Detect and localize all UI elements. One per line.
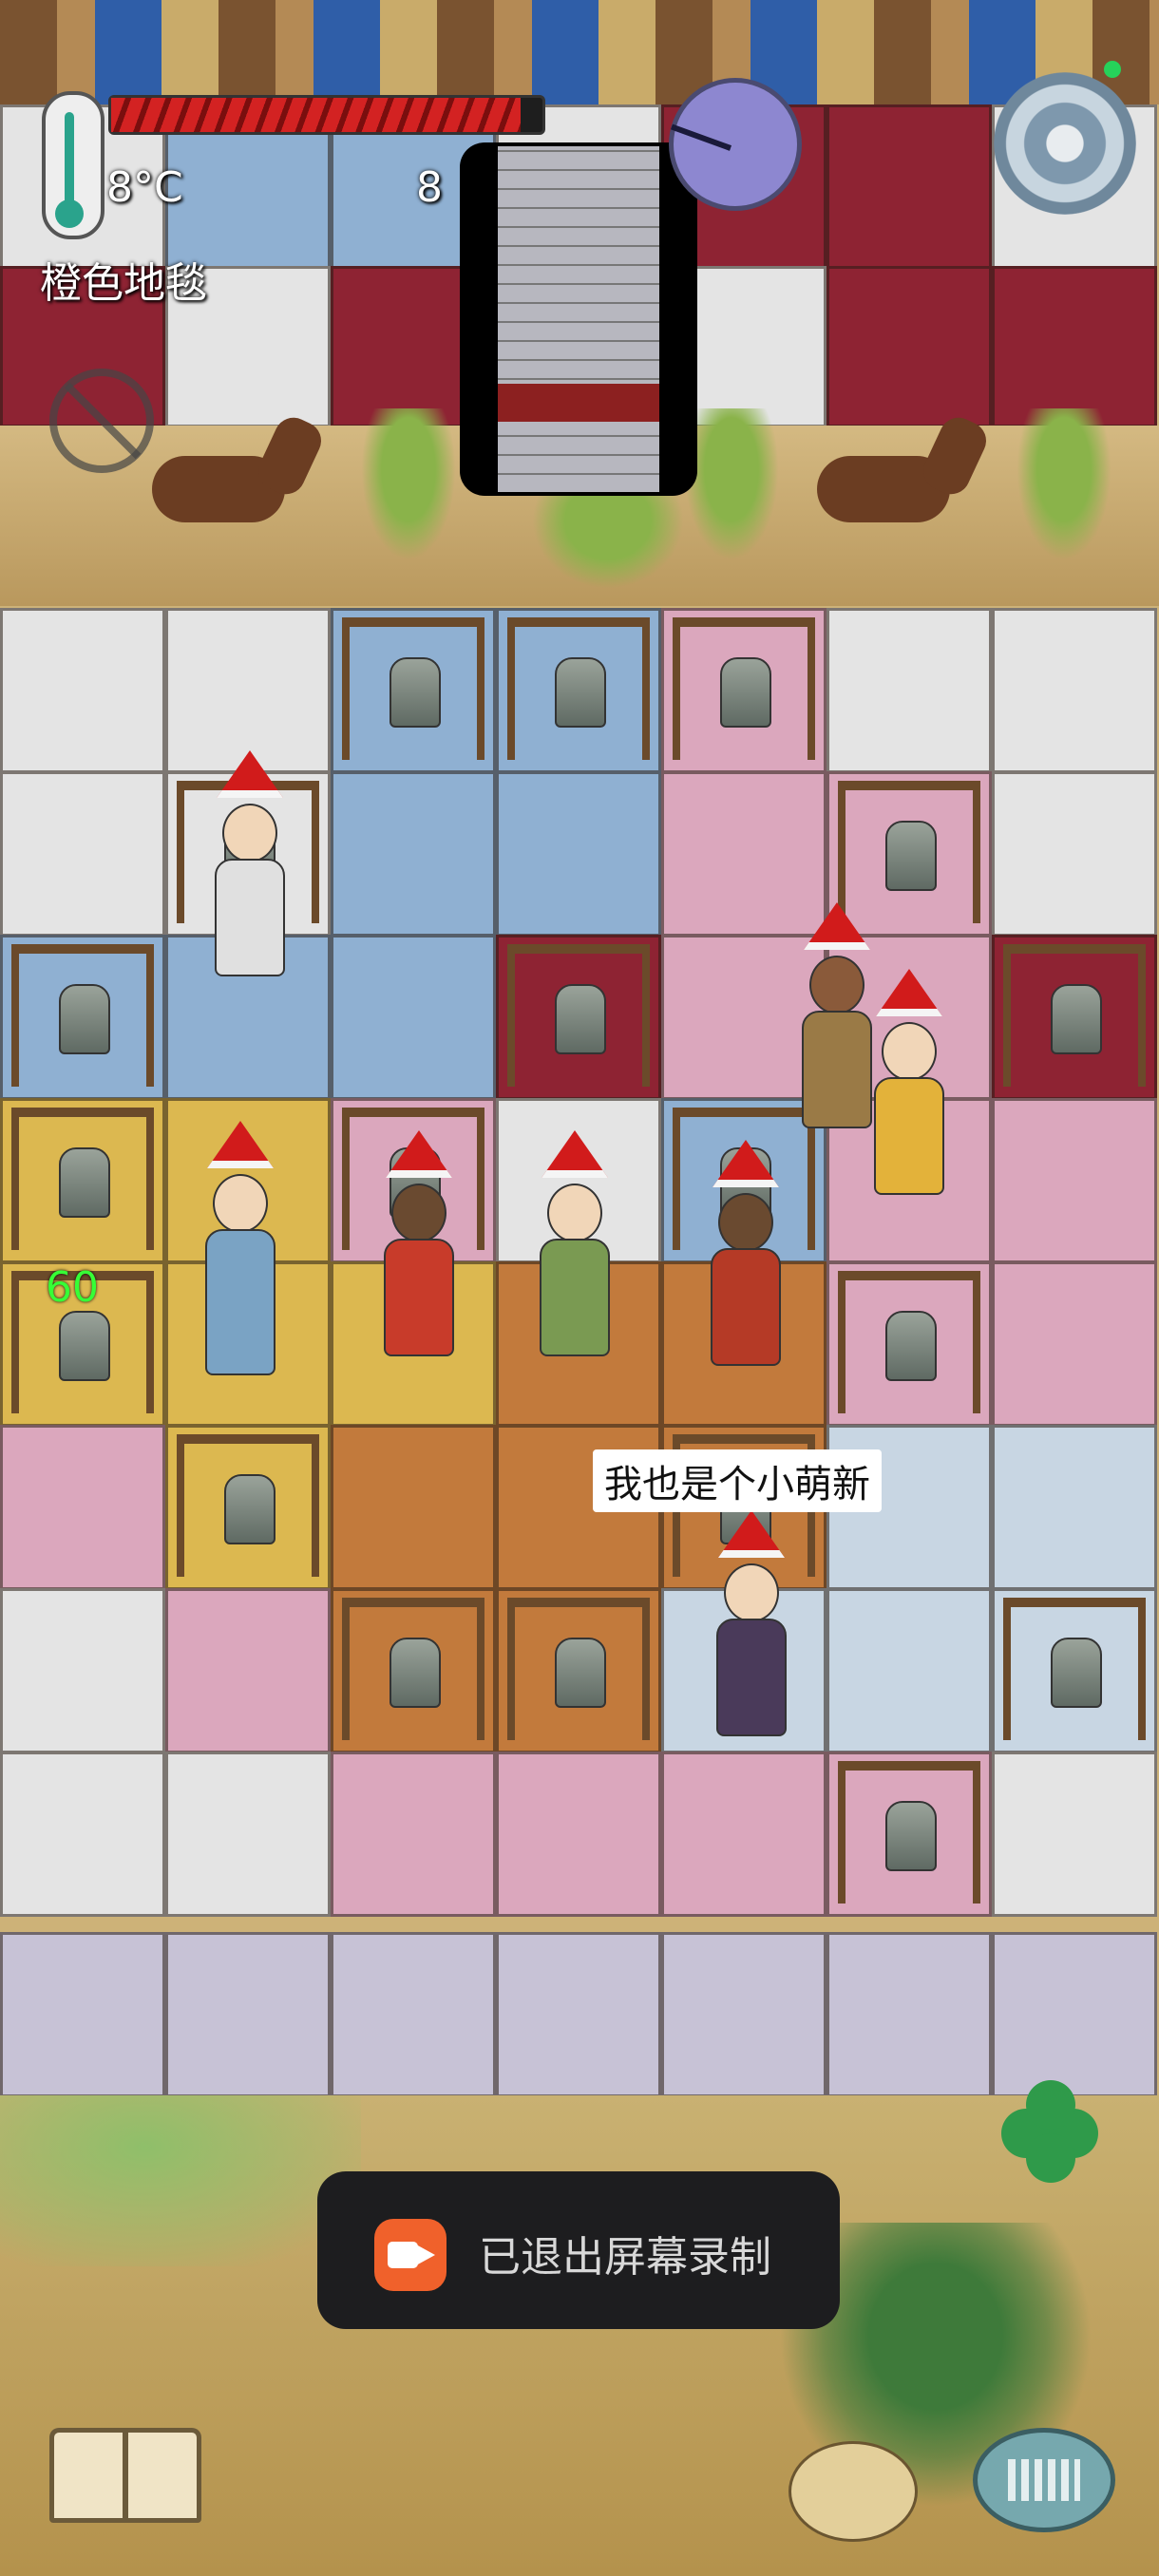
carpet-tile[interactable]: [992, 1752, 1157, 1917]
bell-icon: [555, 1638, 606, 1708]
bell-frame[interactable]: [496, 1588, 661, 1753]
carpet-tile[interactable]: [496, 1932, 661, 2097]
bell-frame[interactable]: [661, 608, 826, 773]
carpet-tile[interactable]: [496, 1752, 661, 1917]
bell-icon: [224, 1474, 276, 1544]
horse-left[interactable]: [133, 411, 332, 560]
carpet-tile[interactable]: [826, 608, 992, 773]
carpet-tile[interactable]: [331, 935, 496, 1100]
npc-speech-bubble: 我也是个小萌新: [593, 1449, 882, 1512]
bell-icon: [390, 657, 441, 728]
plant[interactable]: [684, 408, 779, 560]
grass-patch: [0, 2095, 361, 2266]
plant[interactable]: [1016, 408, 1112, 560]
carpet-tile[interactable]: [0, 771, 165, 937]
carpet-tile[interactable]: [661, 1932, 826, 2097]
carpet-tile[interactable]: [0, 608, 165, 773]
screen-record-toast: 已退出屏幕录制: [317, 2171, 840, 2329]
npc-character[interactable]: [376, 1130, 462, 1356]
keyboard-icon[interactable]: [973, 2428, 1115, 2532]
bell-frame[interactable]: [0, 935, 165, 1100]
carpet-tile[interactable]: [165, 1932, 331, 2097]
carpet-tile[interactable]: [992, 771, 1157, 937]
bell-icon: [59, 1311, 110, 1381]
bell-frame[interactable]: [992, 1588, 1157, 1753]
carpet-tile[interactable]: [496, 771, 661, 937]
carpet-tile[interactable]: [165, 1752, 331, 1917]
location-label: 橙色地毯: [40, 259, 207, 308]
npc-character[interactable]: [198, 1121, 283, 1375]
carpet-tile[interactable]: [992, 266, 1157, 427]
bell-frame[interactable]: [496, 608, 661, 773]
bell-frame[interactable]: [331, 1588, 496, 1753]
screen-record-icon: [374, 2219, 446, 2291]
bell-icon: [885, 821, 937, 891]
npc-character[interactable]: [866, 969, 952, 1195]
bell-icon: [59, 1147, 110, 1218]
bell-icon: [885, 1801, 937, 1871]
clover-icon[interactable]: [998, 2080, 1102, 2185]
carpet-tile[interactable]: [331, 771, 496, 937]
npc-character[interactable]: [207, 750, 293, 976]
health-bar: [108, 95, 545, 135]
bell-frame[interactable]: [826, 1261, 992, 1427]
carpet-tile[interactable]: [331, 1752, 496, 1917]
top-wall: [0, 0, 1159, 104]
potato-creature[interactable]: [788, 2441, 918, 2542]
minimap[interactable]: [460, 142, 697, 496]
bell-frame[interactable]: [0, 1098, 165, 1263]
bell-icon: [1051, 1638, 1102, 1708]
counter-label: 8: [416, 163, 443, 212]
bell-frame[interactable]: [992, 935, 1157, 1100]
carpet-tile[interactable]: [992, 608, 1157, 773]
carpet-tile[interactable]: [826, 1588, 992, 1753]
bell-icon: [59, 984, 110, 1054]
carpet-tile[interactable]: [826, 104, 992, 270]
npc-character[interactable]: [709, 1510, 794, 1736]
npc-character[interactable]: [703, 1140, 788, 1366]
player-character[interactable]: [532, 1130, 618, 1356]
carpet-tile[interactable]: [826, 266, 992, 427]
carpet-tile[interactable]: [992, 1261, 1157, 1427]
bell-frame[interactable]: [165, 1425, 331, 1590]
carpet-tile[interactable]: [992, 1425, 1157, 1590]
carpet-tile[interactable]: [992, 1098, 1157, 1263]
carpet-tile[interactable]: [0, 1932, 165, 2097]
bell-frame[interactable]: [331, 608, 496, 773]
carpet-tile[interactable]: [826, 1932, 992, 2097]
horse-right[interactable]: [798, 411, 998, 560]
no-sign-icon[interactable]: [49, 369, 154, 473]
floating-number: 60: [46, 1263, 99, 1312]
carpet-tile[interactable]: [331, 1425, 496, 1590]
carpet-tile[interactable]: [0, 1752, 165, 1917]
temperature-label: 8°C: [106, 163, 183, 212]
carpet-tile[interactable]: [661, 1752, 826, 1917]
clock-icon[interactable]: [669, 78, 802, 211]
carpet-tile[interactable]: [165, 1588, 331, 1753]
notification-dot: [1104, 61, 1121, 78]
carpet-tile[interactable]: [331, 1932, 496, 2097]
settings-gear-icon[interactable]: [994, 61, 1136, 215]
plant[interactable]: [361, 408, 456, 560]
bell-icon: [885, 1311, 937, 1381]
bell-frame[interactable]: [826, 1752, 992, 1917]
bell-icon: [1051, 984, 1102, 1054]
bell-icon: [555, 657, 606, 728]
carpet-tile[interactable]: [0, 1588, 165, 1753]
bell-icon: [720, 657, 771, 728]
thermometer-icon: [42, 91, 104, 239]
bell-icon: [390, 1638, 441, 1708]
carpet-tile[interactable]: [992, 1932, 1157, 2097]
book-icon[interactable]: [49, 2428, 201, 2523]
carpet-tile[interactable]: [0, 1425, 165, 1590]
bell-frame[interactable]: [496, 935, 661, 1100]
toast-message: 已退出屏幕录制: [479, 2233, 771, 2282]
carpet-tile[interactable]: [165, 608, 331, 773]
bell-icon: [555, 984, 606, 1054]
